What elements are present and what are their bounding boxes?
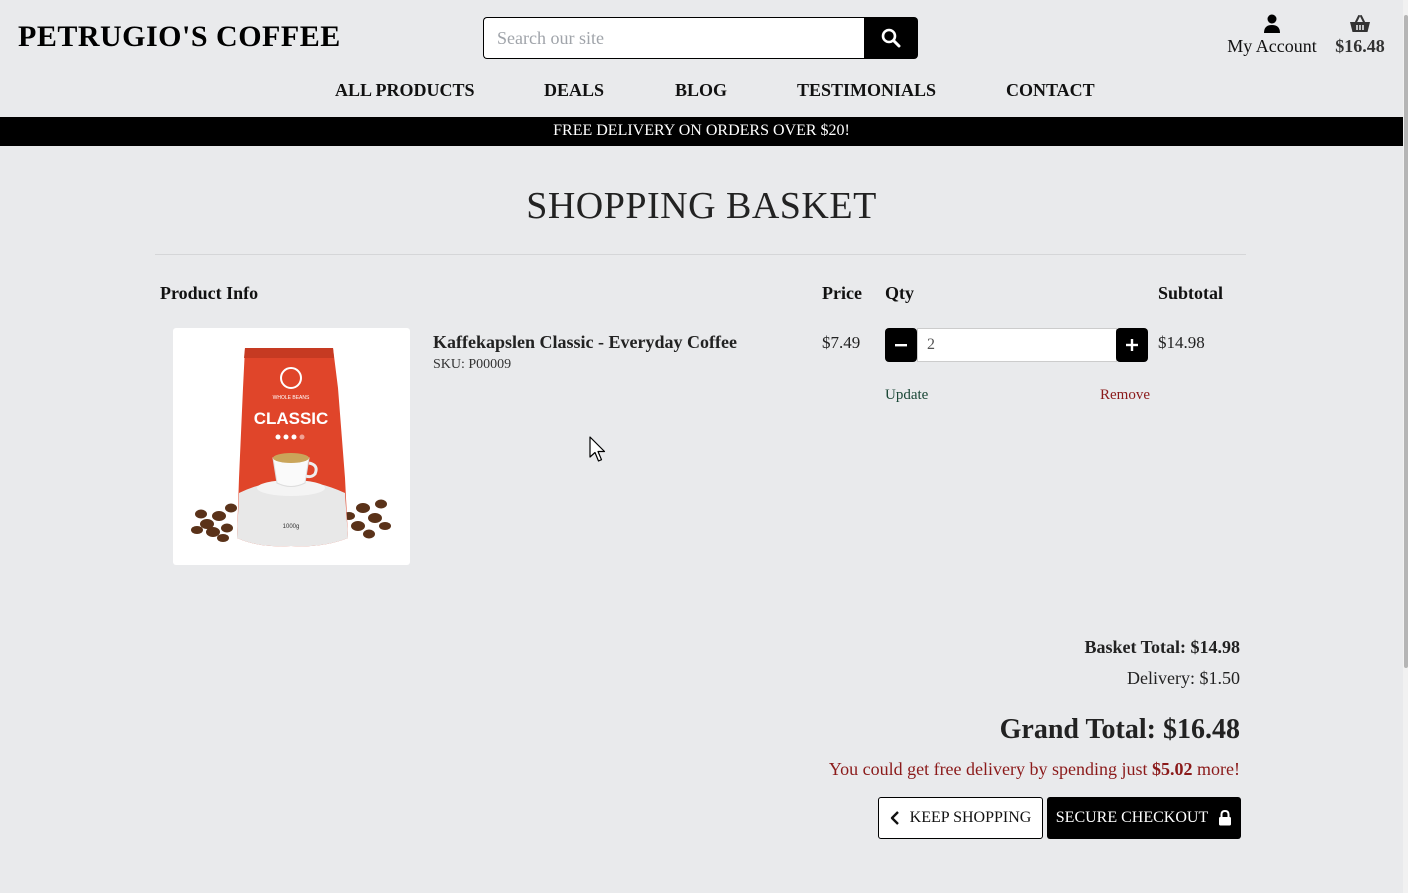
qty-increment-button[interactable] (1116, 328, 1148, 362)
free-delivery-amount: $5.02 (1152, 759, 1193, 779)
header-qty: Qty (885, 283, 914, 303)
item-price: $7.49 (822, 333, 861, 352)
basket-icon (1350, 15, 1370, 32)
nav-blog[interactable]: BLOG (675, 80, 727, 101)
site-logo[interactable]: PETRUGIO'S COFFEE (18, 20, 341, 54)
remove-link[interactable]: Remove (1100, 387, 1150, 404)
bag-small-text: WHOLE BEANS (273, 395, 310, 401)
product-sku: SKU: P00009 (433, 357, 512, 372)
header-subtotal: Subtotal (1158, 283, 1224, 303)
user-icon (1264, 14, 1280, 33)
secure-checkout-label: SECURE CHECKOUT (1055, 809, 1209, 826)
plus-icon (1126, 339, 1138, 351)
search-button[interactable] (864, 17, 918, 59)
product-image[interactable]: WHOLE BEANS CLASSIC 1000g (173, 328, 410, 565)
basket-total-header: $16.48 (1335, 36, 1385, 56)
my-account-link[interactable]: My Account (1222, 14, 1322, 57)
keep-shopping-button[interactable]: KEEP SHOPPING (878, 797, 1043, 839)
mouse-cursor (589, 436, 607, 469)
nav-all-products[interactable]: ALL PRODUCTS (335, 80, 475, 101)
header-product-info: Product Info (160, 283, 259, 303)
search-input[interactable] (483, 17, 864, 59)
header-price: Price (822, 283, 862, 303)
bag-brand-text: CLASSIC (254, 409, 329, 428)
basket-link[interactable]: $16.48 (1330, 14, 1390, 57)
my-account-label: My Account (1227, 36, 1317, 56)
search-icon (881, 28, 901, 48)
nav-testimonials[interactable]: TESTIMONIALS (797, 80, 936, 101)
delivery-banner: FREE DELIVERY ON ORDERS OVER $20! (0, 117, 1403, 146)
free-delivery-suffix: more! (1192, 759, 1240, 779)
delivery-cost: Delivery: $1.50 (1127, 668, 1240, 688)
lock-icon (1219, 810, 1232, 826)
item-subtotal: $14.98 (1158, 333, 1205, 352)
chevron-left-icon (890, 811, 899, 825)
grand-total: Grand Total: $16.48 (999, 714, 1240, 745)
main-nav: ALL PRODUCTS DEALS BLOG TESTIMONIALS CON… (0, 80, 1403, 116)
product-name[interactable]: Kaffekapslen Classic - Everyday Coffee (433, 332, 737, 353)
basket-total: Basket Total: $14.98 (1084, 637, 1240, 657)
title-divider (155, 254, 1246, 255)
free-delivery-message: You could get free delivery by spending … (829, 759, 1240, 780)
nav-deals[interactable]: DEALS (544, 80, 604, 101)
nav-contact[interactable]: CONTACT (1006, 80, 1095, 101)
secure-checkout-button[interactable]: SECURE CHECKOUT (1047, 797, 1241, 839)
keep-shopping-label: KEEP SHOPPING (909, 809, 1032, 826)
scrollbar-thumb[interactable] (1404, 15, 1408, 668)
page-title: SHOPPING BASKET (526, 185, 877, 227)
minus-icon (895, 344, 907, 347)
bag-weight-text: 1000g (283, 524, 300, 530)
free-delivery-prefix: You could get free delivery by spending … (828, 759, 1153, 779)
qty-input[interactable] (917, 328, 1117, 362)
qty-decrement-button[interactable] (885, 328, 917, 362)
update-link[interactable]: Update (885, 387, 928, 404)
